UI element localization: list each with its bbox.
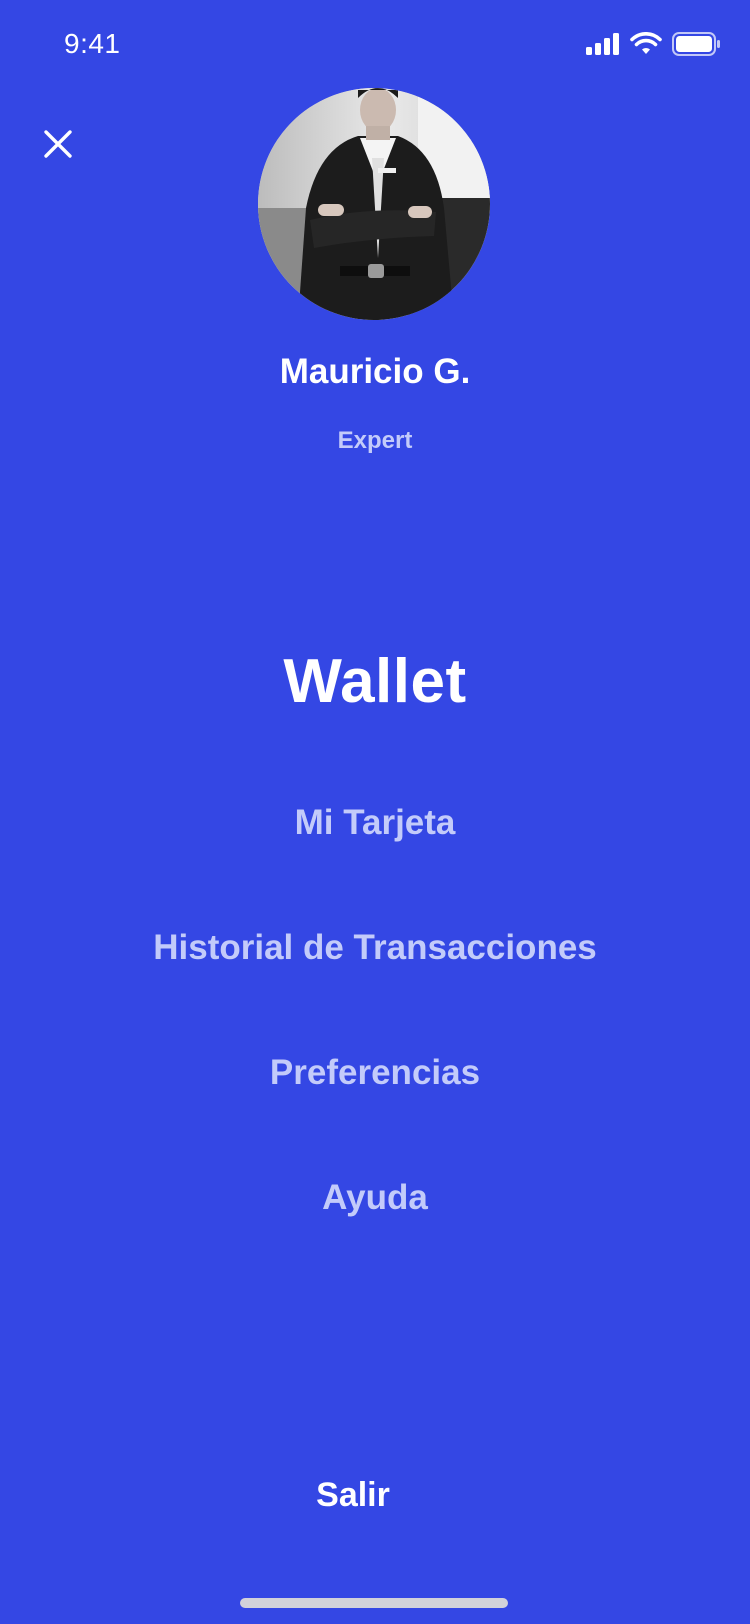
avatar <box>258 88 490 320</box>
wifi-icon <box>630 32 662 61</box>
close-icon <box>43 129 73 164</box>
menu-item-mi-tarjeta[interactable]: Mi Tarjeta <box>0 803 750 843</box>
battery-icon <box>672 32 720 61</box>
menu-item-historial-de-transacciones[interactable]: Historial de Transacciones <box>0 928 750 968</box>
menu-item-ayuda[interactable]: Ayuda <box>0 1178 750 1218</box>
home-indicator[interactable] <box>240 1598 508 1608</box>
status-icons <box>586 32 720 61</box>
signal-icon <box>586 33 620 60</box>
logout-button[interactable]: Salir <box>0 1476 706 1515</box>
avatar-photo <box>258 88 490 320</box>
status-time: 9:41 <box>64 28 121 59</box>
profile-name: Mauricio G. <box>279 352 471 391</box>
close-button[interactable] <box>36 124 80 168</box>
menu-title: Wallet <box>283 647 467 716</box>
menu-item-preferencias[interactable]: Preferencias <box>0 1053 750 1093</box>
profile-level: Expert <box>337 427 413 454</box>
